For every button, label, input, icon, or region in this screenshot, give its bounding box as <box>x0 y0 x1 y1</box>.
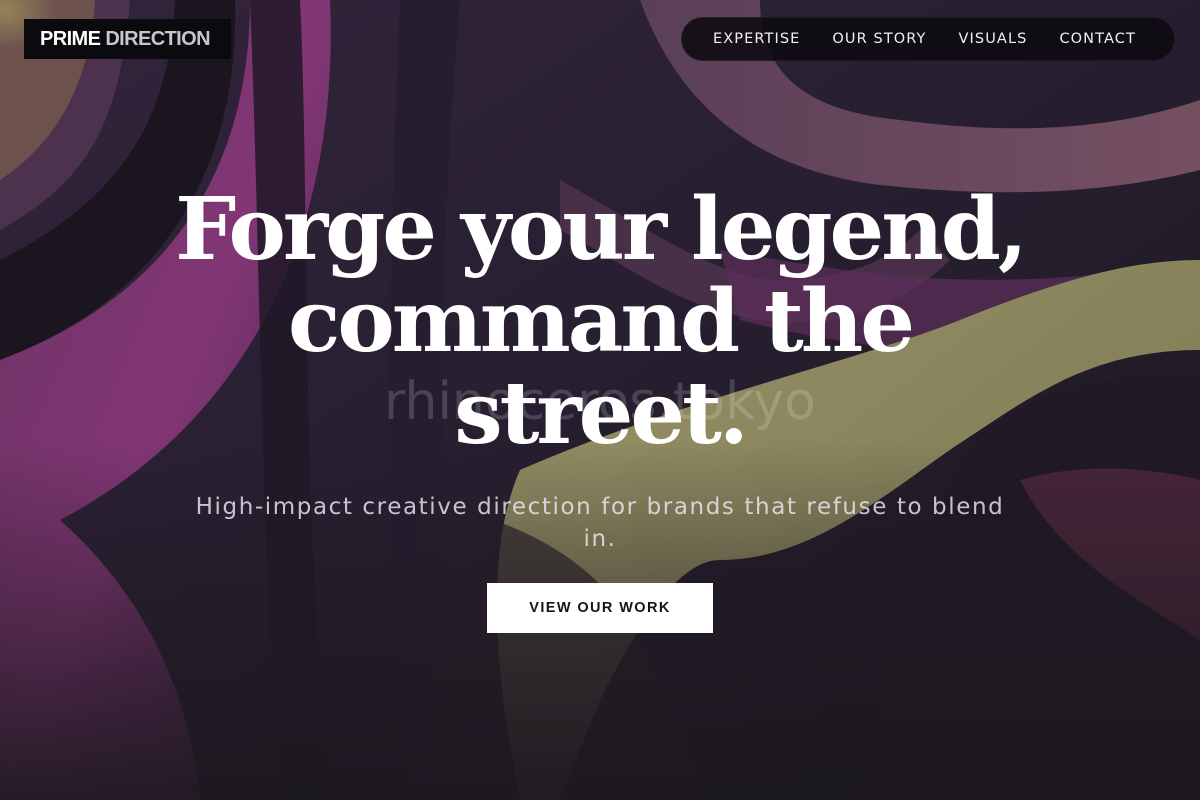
brand-name-part1: PRIME <box>40 27 101 50</box>
nav-item-expertise[interactable]: EXPERTISE <box>713 31 800 47</box>
nav-item-our-story[interactable]: OUR STORY <box>832 31 926 47</box>
landing-page: PRIME DIRECTION EXPERTISE OUR STORY VISU… <box>0 0 1200 800</box>
main-navigation: EXPERTISE OUR STORY VISUALS CONTACT <box>681 17 1175 61</box>
brand-logo[interactable]: PRIME DIRECTION <box>24 19 231 59</box>
view-our-work-button[interactable]: VIEW OUR WORK <box>487 583 713 633</box>
hero-headline: Forge your legend, command the street. <box>175 179 1028 464</box>
nav-item-visuals[interactable]: VISUALS <box>959 31 1028 47</box>
brand-name-part2: DIRECTION <box>105 27 210 50</box>
nav-item-contact[interactable]: CONTACT <box>1059 31 1135 47</box>
hero-subheadline: High-impact creative direction for brand… <box>195 494 1005 552</box>
